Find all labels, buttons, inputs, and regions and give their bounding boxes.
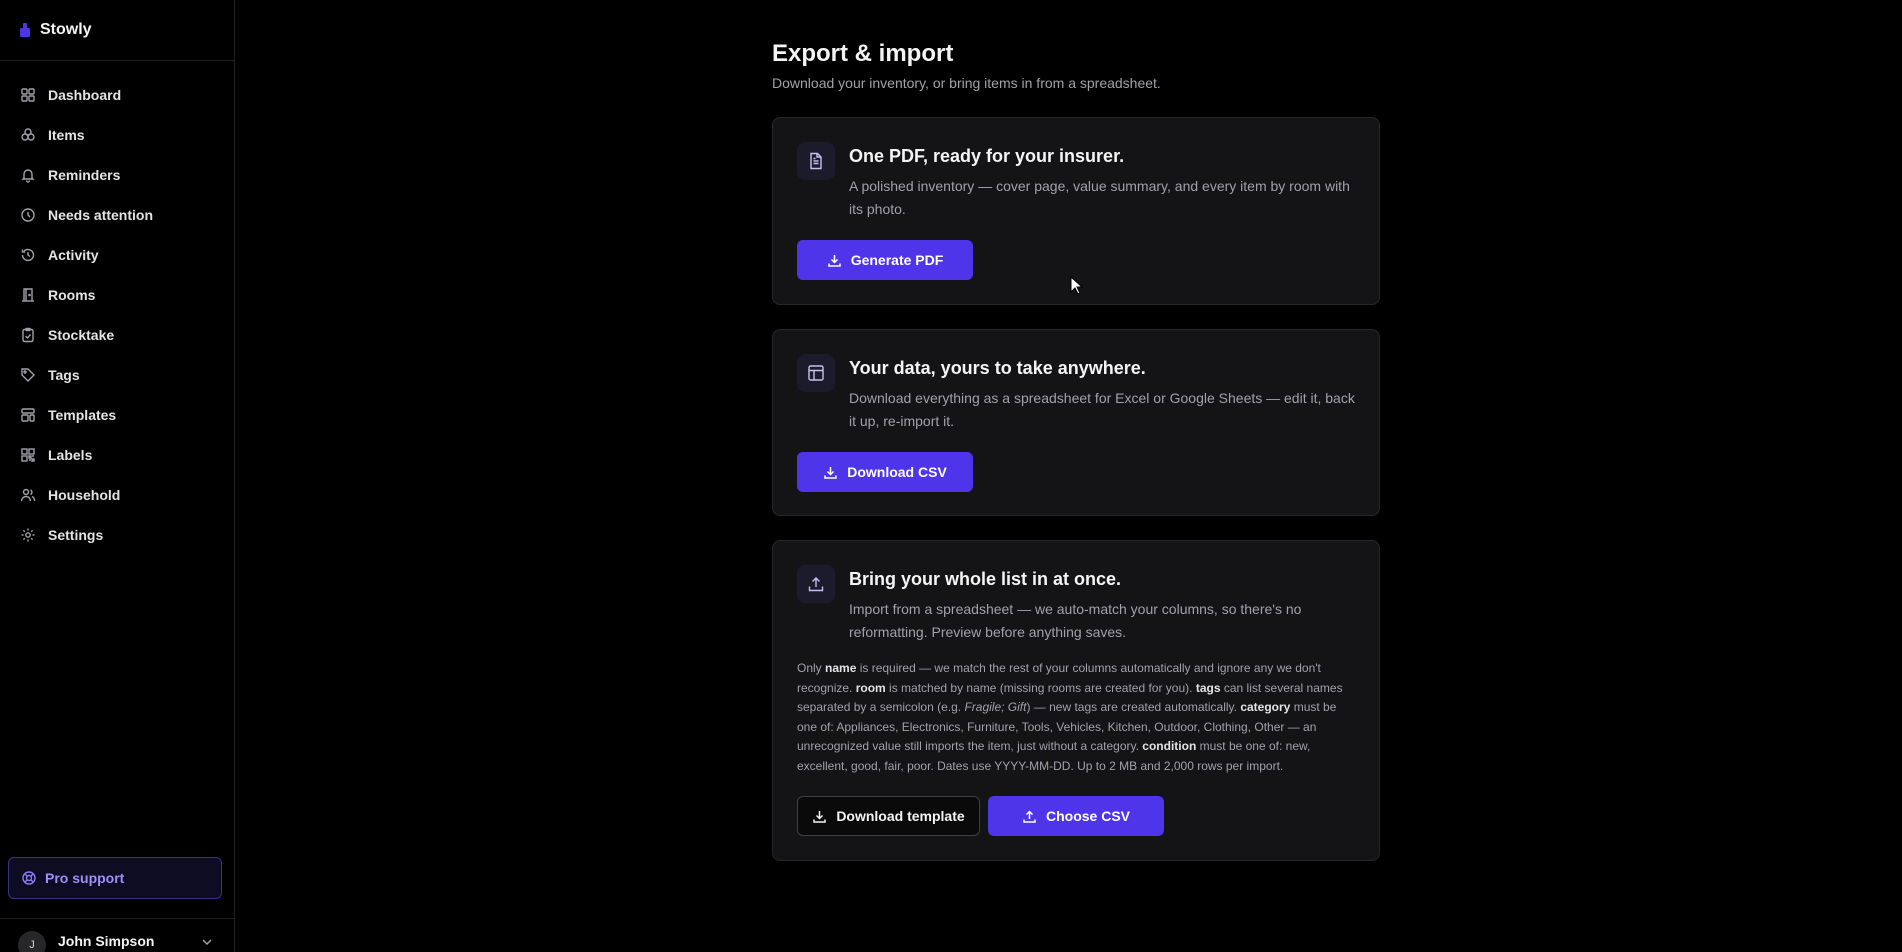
- items-icon: [20, 127, 36, 143]
- sidebar-item-label: Settings: [48, 527, 104, 543]
- mouse-cursor-icon: [1070, 276, 1084, 295]
- csv-card-title: Your data, yours to take anywhere.: [849, 358, 1146, 378]
- choose-csv-label: Choose CSV: [1045, 808, 1130, 824]
- brand-name: Stowly: [40, 21, 92, 38]
- gear-icon: [20, 527, 36, 543]
- sidebar-item-label: Stocktake: [48, 327, 115, 343]
- sidebar-item-items[interactable]: Items: [0, 115, 234, 155]
- sidebar-item-rooms[interactable]: Rooms: [0, 275, 234, 315]
- sidebar-item-activity[interactable]: Activity: [0, 235, 234, 275]
- sidebar-item-label: Tags: [48, 367, 80, 383]
- users-icon: [20, 487, 36, 503]
- sidebar-item-label: Needs attention: [48, 207, 154, 223]
- page-subtitle: Download your inventory, or bring items …: [772, 75, 1161, 91]
- import-help-text: Only name is required — we match the res…: [797, 661, 1343, 773]
- sidebar-item-label: Household: [48, 487, 121, 503]
- dashboard-icon: [20, 87, 36, 103]
- sidebar-item-label: Activity: [48, 247, 99, 263]
- import-card-description: Import from a spreadsheet — we auto-matc…: [849, 601, 1302, 640]
- pro-support-button[interactable]: Pro support: [8, 857, 222, 899]
- page-title: Export & import: [772, 40, 954, 67]
- brand-logo-icon: [20, 23, 30, 37]
- sidebar-item-needs-attention[interactable]: Needs attention: [0, 195, 234, 235]
- bell-icon: [20, 167, 36, 183]
- history-icon: [20, 247, 36, 263]
- download-icon: [827, 253, 842, 268]
- csv-import-card: Bring your whole list in at once. Import…: [772, 540, 1380, 861]
- lifebuoy-icon: [21, 870, 37, 886]
- csv-card-description: Download everything as a spreadsheet for…: [849, 390, 1355, 429]
- pro-support-label: Pro support: [45, 870, 125, 886]
- sidebar-item-stocktake[interactable]: Stocktake: [0, 315, 234, 355]
- tag-icon: [20, 367, 36, 383]
- user-menu[interactable]: J John Simpson: [0, 918, 234, 952]
- upload-icon: [1022, 809, 1037, 824]
- download-csv-button[interactable]: Download CSV: [797, 452, 973, 492]
- download-icon: [823, 465, 838, 480]
- sidebar-item-label: Labels: [48, 447, 93, 463]
- file-text-icon: [797, 142, 835, 180]
- chevron-down-icon: [202, 939, 212, 946]
- sidebar-item-label: Rooms: [48, 287, 96, 303]
- download-template-button[interactable]: Download template: [797, 796, 980, 836]
- door-icon: [20, 287, 36, 303]
- sidebar: Stowly Dashboard Items Reminders Needs a…: [0, 0, 235, 952]
- qr-code-icon: [20, 447, 36, 463]
- sidebar-item-household[interactable]: Household: [0, 475, 234, 515]
- sidebar-item-labels[interactable]: Labels: [0, 435, 234, 475]
- generate-pdf-button[interactable]: Generate PDF: [797, 240, 973, 280]
- sidebar-nav: Dashboard Items Reminders Needs attentio…: [0, 61, 234, 555]
- sidebar-item-reminders[interactable]: Reminders: [0, 155, 234, 195]
- download-csv-label: Download CSV: [847, 464, 947, 480]
- csv-export-card: Your data, yours to take anywhere. Downl…: [772, 329, 1380, 516]
- sidebar-item-label: Dashboard: [48, 87, 122, 103]
- brand[interactable]: Stowly: [0, 0, 234, 61]
- choose-csv-button[interactable]: Choose CSV: [988, 796, 1164, 836]
- generate-pdf-label: Generate PDF: [850, 252, 944, 268]
- sidebar-item-settings[interactable]: Settings: [0, 515, 234, 555]
- clock-icon: [20, 207, 36, 223]
- import-card-title: Bring your whole list in at once.: [849, 569, 1122, 589]
- table-icon: [797, 354, 835, 392]
- sidebar-item-label: Templates: [48, 407, 117, 423]
- clipboard-check-icon: [20, 327, 36, 343]
- download-template-label: Download template: [836, 808, 965, 824]
- sidebar-item-label: Reminders: [48, 167, 121, 183]
- upload-icon: [797, 565, 835, 603]
- sidebar-item-templates[interactable]: Templates: [0, 395, 234, 435]
- avatar: J: [18, 931, 46, 952]
- sidebar-item-tags[interactable]: Tags: [0, 355, 234, 395]
- sidebar-item-label: Items: [48, 127, 85, 143]
- pdf-card-title: One PDF, ready for your insurer.: [849, 146, 1125, 166]
- pdf-card-description: A polished inventory — cover page, value…: [849, 178, 1350, 217]
- sidebar-item-dashboard[interactable]: Dashboard: [0, 75, 234, 115]
- download-icon: [812, 809, 827, 824]
- layout-template-icon: [20, 407, 36, 423]
- user-name: John Simpson: [58, 933, 155, 949]
